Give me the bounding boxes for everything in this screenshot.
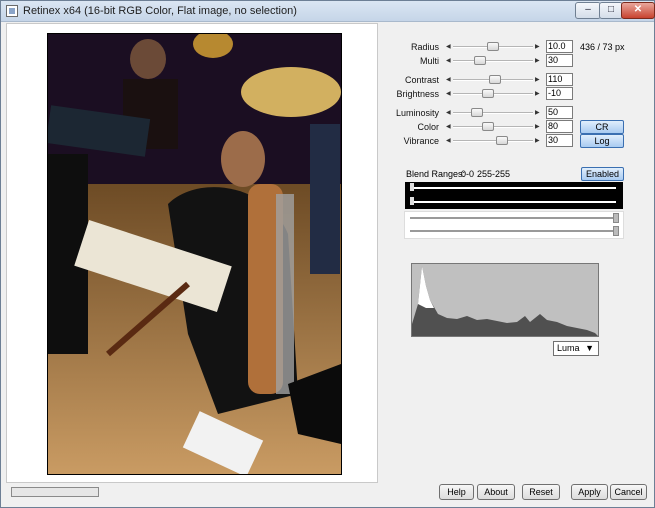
multi-label: Multi	[419, 56, 439, 66]
brightness-right-arrow[interactable]: ▶	[535, 90, 540, 97]
blend-source-handle-bottom[interactable]	[410, 197, 414, 205]
histogram	[411, 263, 599, 337]
luminosity-input[interactable]: 50	[546, 106, 573, 119]
color-slider[interactable]	[482, 122, 494, 131]
radius-slider[interactable]	[487, 42, 499, 51]
contrast-label: Contrast	[404, 75, 439, 85]
preview-image[interactable]	[47, 33, 342, 475]
luminosity-label: Luminosity	[395, 108, 439, 118]
window-title: Retinex x64 (16-bit RGB Color, Flat imag…	[23, 5, 297, 17]
blend-source-track-top	[411, 187, 616, 189]
brightness-input[interactable]: -10	[546, 87, 573, 100]
contrast-left-arrow[interactable]: ◀	[446, 76, 451, 83]
reset-button[interactable]: Reset	[522, 484, 560, 500]
luminosity-left-arrow[interactable]: ◀	[446, 109, 451, 116]
histogram-channel-value: Luma	[557, 343, 580, 353]
blend-source-track-bottom	[411, 201, 616, 203]
vibrance-track	[453, 140, 533, 142]
blend-target-handle-top[interactable]	[613, 213, 619, 223]
histogram-channel-select[interactable]: Luma ▼	[553, 341, 599, 356]
blend-range-target[interactable]	[404, 211, 624, 239]
contrast-slider[interactable]	[489, 75, 501, 84]
apply-button[interactable]: Apply	[571, 484, 608, 500]
photo-image	[48, 34, 341, 474]
brightness-label: Brightness	[396, 89, 439, 99]
help-button[interactable]: Help	[439, 484, 474, 500]
blend-range-high: 255-255	[477, 169, 511, 179]
color-right-arrow[interactable]: ▶	[535, 123, 540, 130]
blend-range-source[interactable]	[405, 182, 623, 209]
multi-left-arrow[interactable]: ◀	[446, 57, 451, 64]
vibrance-slider[interactable]	[496, 136, 508, 145]
contrast-right-arrow[interactable]: ▶	[535, 76, 540, 83]
cr-button[interactable]: CR	[580, 120, 624, 134]
close-button[interactable]: ✕	[621, 2, 655, 19]
blend-target-track-top	[410, 217, 615, 219]
color-label: Color	[417, 122, 439, 132]
vibrance-right-arrow[interactable]: ▶	[535, 137, 540, 144]
minimize-button[interactable]: –	[575, 2, 601, 19]
radius-info-text: 436 / 73 px	[580, 42, 625, 52]
blend-target-handle-bottom[interactable]	[613, 226, 619, 236]
blend-range-low: 0-0	[461, 169, 475, 179]
maximize-button[interactable]: □	[599, 2, 623, 19]
multi-slider[interactable]	[474, 56, 486, 65]
cancel-button[interactable]: Cancel	[610, 484, 647, 500]
brightness-left-arrow[interactable]: ◀	[446, 90, 451, 97]
vibrance-label: Vibrance	[403, 136, 439, 146]
about-button[interactable]: About	[477, 484, 515, 500]
radius-left-arrow[interactable]: ◀	[446, 43, 451, 50]
enabled-button[interactable]: Enabled	[581, 167, 624, 181]
luminosity-track	[453, 112, 533, 114]
multi-right-arrow[interactable]: ▶	[535, 57, 540, 64]
blend-ranges-label: Blend Ranges:	[406, 169, 466, 179]
chevron-down-icon: ▼	[585, 343, 594, 353]
plugin-window: Retinex x64 (16-bit RGB Color, Flat imag…	[0, 0, 655, 508]
brightness-slider[interactable]	[482, 89, 494, 98]
multi-track	[453, 60, 533, 62]
color-input[interactable]: 80	[546, 120, 573, 133]
progress-bar	[11, 487, 99, 497]
title-bar[interactable]: Retinex x64 (16-bit RGB Color, Flat imag…	[1, 1, 655, 22]
color-left-arrow[interactable]: ◀	[446, 123, 451, 130]
radius-right-arrow[interactable]: ▶	[535, 43, 540, 50]
luminosity-slider[interactable]	[471, 108, 483, 117]
radius-input[interactable]: 10.0	[546, 40, 573, 53]
histogram-graph	[412, 264, 598, 336]
blend-source-handle-top[interactable]	[410, 183, 414, 191]
multi-input[interactable]: 30	[546, 54, 573, 67]
radius-label: Radius	[410, 42, 439, 52]
app-icon	[6, 5, 18, 17]
blend-target-track-bottom	[410, 230, 615, 232]
log-button[interactable]: Log	[580, 134, 624, 148]
luminosity-right-arrow[interactable]: ▶	[535, 109, 540, 116]
vibrance-input[interactable]: 30	[546, 134, 573, 147]
contrast-input[interactable]: 110	[546, 73, 573, 86]
vibrance-left-arrow[interactable]: ◀	[446, 137, 451, 144]
